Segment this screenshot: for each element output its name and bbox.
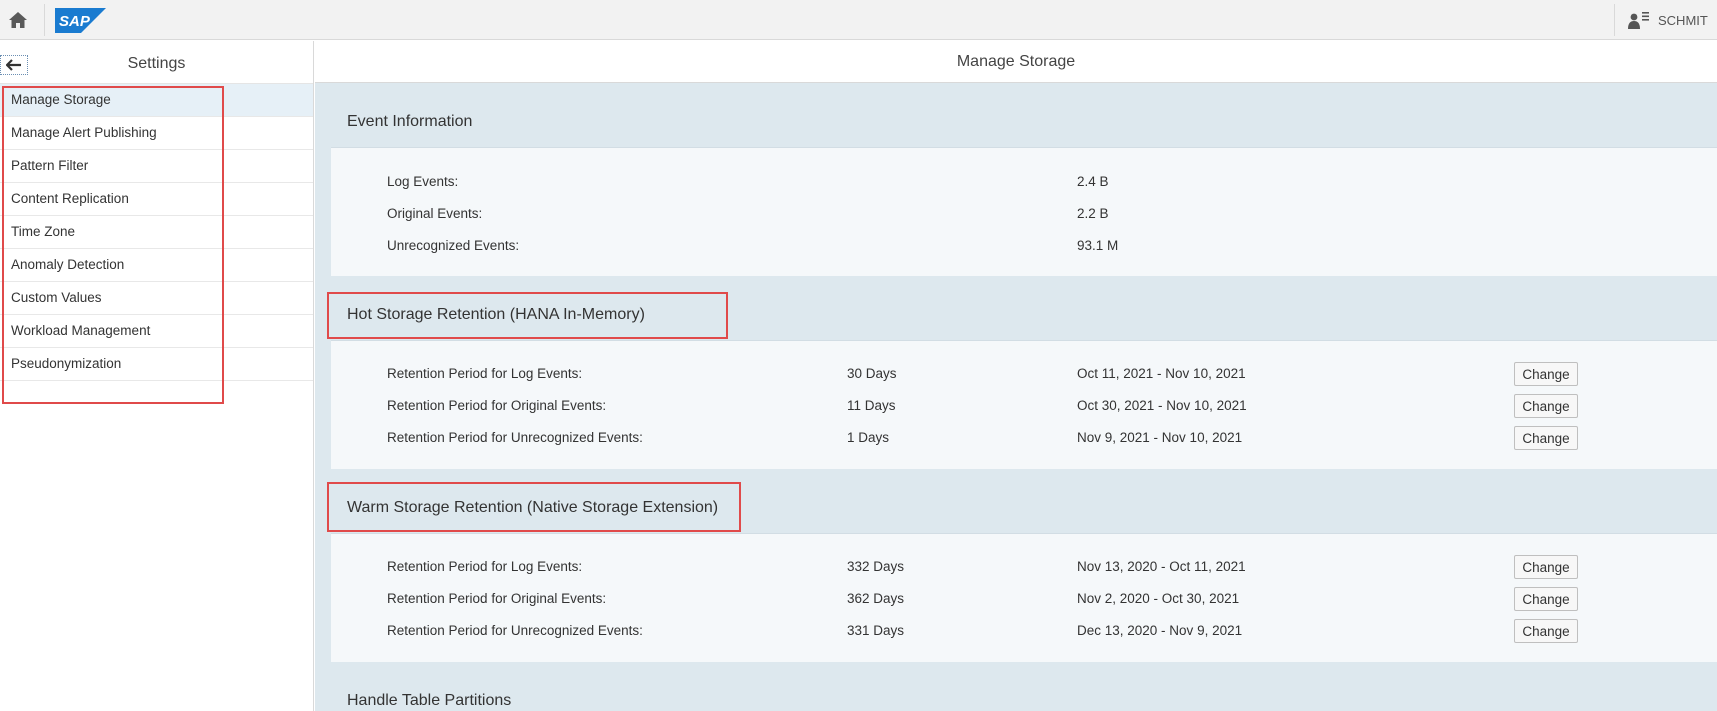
retention-date-range: Oct 30, 2021 - Nov 10, 2021 — [1077, 398, 1247, 413]
event-label: Unrecognized Events: — [387, 238, 520, 253]
section-title-event-information: Event Information — [347, 113, 473, 130]
retention-row: Retention Period for Unrecognized Events… — [331, 426, 1717, 450]
hot-storage-panel: Retention Period for Log Events: 30 Days… — [331, 340, 1717, 469]
sidebar-item-pattern-filter[interactable]: Pattern Filter — [0, 150, 313, 183]
change-button[interactable]: Change — [1514, 394, 1578, 418]
retention-row: Retention Period for Original Events: 36… — [331, 587, 1717, 611]
retention-label: Retention Period for Unrecognized Events… — [387, 623, 643, 638]
home-button[interactable] — [4, 6, 32, 34]
retention-label: Retention Period for Original Events: — [387, 398, 607, 413]
sidebar-item-manage-storage[interactable]: Manage Storage — [0, 84, 313, 117]
retention-row: Retention Period for Unrecognized Events… — [331, 619, 1717, 643]
section-title-handle-table-partitions: Handle Table Partitions — [347, 692, 512, 709]
event-label: Original Events: — [387, 206, 483, 221]
sidebar-item-anomaly-detection[interactable]: Anomaly Detection — [0, 249, 313, 282]
retention-label: Retention Period for Log Events: — [387, 559, 583, 574]
sidebar-item-workload-management[interactable]: Workload Management — [0, 315, 313, 348]
retention-days: 362 Days — [847, 591, 905, 606]
home-icon — [9, 12, 27, 28]
change-button[interactable]: Change — [1514, 619, 1578, 643]
shell-separator — [44, 4, 45, 36]
sidebar-item-content-replication[interactable]: Content Replication — [0, 183, 313, 216]
event-information-panel: Log Events: 2.4 B Original Events: 2.2 B… — [331, 147, 1717, 276]
warm-storage-panel: Retention Period for Log Events: 332 Day… — [331, 533, 1717, 662]
retention-date-range: Oct 11, 2021 - Nov 10, 2021 — [1077, 366, 1246, 381]
event-value: 93.1 M — [1077, 238, 1119, 253]
event-label: Log Events: — [387, 174, 459, 189]
user-icon — [1628, 12, 1649, 29]
settings-sidebar: Settings Manage Storage Manage Alert Pub… — [0, 41, 314, 711]
retention-row: Retention Period for Original Events: 11… — [331, 394, 1717, 418]
retention-date-range: Nov 9, 2021 - Nov 10, 2021 — [1077, 430, 1243, 445]
sidebar-item-custom-values[interactable]: Custom Values — [0, 282, 313, 315]
main-content: Manage Storage Event Information Log Eve… — [315, 41, 1717, 711]
user-name: SCHMIT — [1658, 12, 1708, 28]
retention-days: 332 Days — [847, 559, 905, 574]
settings-nav-list: Manage Storage Manage Alert Publishing P… — [0, 84, 313, 381]
event-row: Unrecognized Events: 93.1 M — [331, 234, 1717, 258]
page-title: Manage Storage — [315, 41, 1717, 83]
retention-days: 1 Days — [847, 430, 890, 445]
retention-days: 11 Days — [847, 398, 896, 413]
sidebar-header: Settings — [0, 41, 313, 84]
change-button[interactable]: Change — [1514, 426, 1578, 450]
sap-logo[interactable]: SAP — [55, 8, 106, 38]
section-title-hot-storage: Hot Storage Retention (HANA In-Memory) — [347, 306, 645, 323]
sidebar-item-manage-alert-publishing[interactable]: Manage Alert Publishing — [0, 117, 313, 150]
retention-date-range: Dec 13, 2020 - Nov 9, 2021 — [1077, 623, 1243, 638]
shell-bar: SAP SCHMIT — [0, 0, 1717, 40]
change-button[interactable]: Change — [1514, 587, 1578, 611]
retention-date-range: Nov 2, 2020 - Oct 30, 2021 — [1077, 591, 1240, 606]
change-button[interactable]: Change — [1514, 555, 1578, 579]
retention-label: Retention Period for Log Events: — [387, 366, 583, 381]
event-row: Log Events: 2.4 B — [331, 170, 1717, 194]
shell-separator-right — [1614, 4, 1615, 36]
retention-row: Retention Period for Log Events: 332 Day… — [331, 555, 1717, 579]
change-button[interactable]: Change — [1514, 362, 1578, 386]
retention-label: Retention Period for Unrecognized Events… — [387, 430, 643, 445]
retention-days: 331 Days — [847, 623, 905, 638]
svg-text:SAP: SAP — [59, 13, 91, 30]
retention-row: Retention Period for Log Events: 30 Days… — [331, 362, 1717, 386]
sidebar-title: Settings — [127, 55, 186, 72]
section-title-warm-storage: Warm Storage Retention (Native Storage E… — [347, 499, 719, 516]
event-row: Original Events: 2.2 B — [331, 202, 1717, 226]
retention-label: Retention Period for Original Events: — [387, 591, 607, 606]
event-value: 2.2 B — [1077, 206, 1109, 221]
sidebar-item-pseudonymization[interactable]: Pseudonymization — [0, 348, 313, 381]
user-menu[interactable]: SCHMIT — [1628, 10, 1708, 30]
event-value: 2.4 B — [1077, 174, 1109, 189]
sidebar-item-time-zone[interactable]: Time Zone — [0, 216, 313, 249]
retention-date-range: Nov 13, 2020 - Oct 11, 2021 — [1077, 559, 1246, 574]
retention-days: 30 Days — [847, 366, 897, 381]
